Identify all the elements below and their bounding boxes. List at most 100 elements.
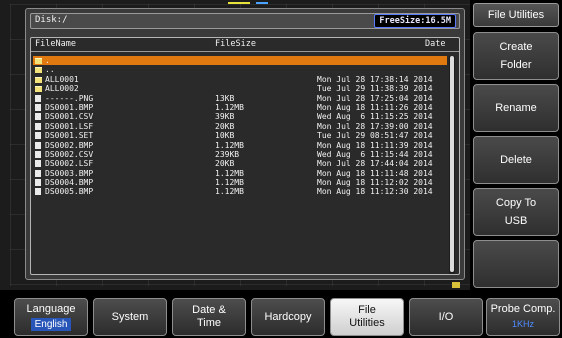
file-date: Mon Jul 28 17:25:04 2014 [317, 93, 433, 103]
file-size: 39KB [215, 112, 235, 122]
file-utilities-window: Disk:/ FreeSize:16.5M FileName FileSize … [25, 8, 465, 280]
scrollbar-thumb[interactable] [450, 56, 454, 272]
file-name: ALL0002 [45, 84, 79, 94]
file-name: DS0001.CSV [45, 112, 94, 122]
header-date: Date [425, 39, 446, 49]
date-time-button[interactable]: Date & Time [172, 298, 246, 336]
file-size: 20KB [215, 121, 235, 131]
hardcopy-button[interactable]: Hardcopy [251, 298, 325, 336]
file-size: 10KB [215, 131, 235, 141]
probe-comp-label: Probe Comp. [490, 303, 556, 315]
system-button[interactable]: System [93, 298, 167, 336]
file-row[interactable]: .. [33, 65, 447, 74]
file-row[interactable]: ALL0002 Tue Jul 29 11:38:39 2014 [33, 84, 447, 93]
file-date: Mon Aug 18 11:11:26 2014 [317, 102, 433, 112]
file-icon [35, 160, 41, 168]
file-row[interactable]: . [33, 56, 447, 66]
file-row[interactable]: DS0004.BMP 1.12MB Mon Aug 18 11:12:02 2014 [33, 178, 447, 187]
file-utilities-label: File Utilities [349, 304, 385, 329]
file-row[interactable]: DS0001.BMP 1.12MB Mon Aug 18 11:11:26 2014 [33, 103, 447, 112]
file-list: FileName FileSize Date ... ALL0001 Mon Jul… [30, 37, 460, 275]
file-size: 1.12MB [215, 102, 244, 112]
file-rows: ... ALL0001 Mon Jul 28 17:38:14 2014 ALL000… [33, 56, 447, 197]
file-row[interactable]: DS0002.LSF 20KB Mon Jul 28 17:44:04 2014 [33, 159, 447, 168]
header-filename: FileName [35, 39, 76, 49]
file-row[interactable]: DS0002.CSV 239KB Wed Aug 6 11:15:44 2014 [33, 150, 447, 159]
free-size-badge: FreeSize:16.5M [374, 14, 456, 28]
file-name: ------.PNG [45, 93, 94, 103]
file-row[interactable]: ALL0001 Mon Jul 28 17:38:14 2014 [33, 75, 447, 84]
header-filesize: FileSize [215, 39, 256, 49]
trigger-trace-marker [228, 2, 250, 4]
copy-to-usb-button[interactable]: Copy To USB [473, 188, 559, 236]
file-size: 1.12MB [215, 168, 244, 178]
file-size: 1.12MB [215, 178, 244, 188]
file-icon [35, 179, 41, 187]
scrollbar[interactable] [449, 56, 455, 274]
file-row[interactable]: DS0001.CSV 39KB Wed Aug 6 11:15:25 2014 [33, 112, 447, 121]
file-name: ALL0001 [45, 74, 79, 84]
side-menu: File Utilities Create Folder Rename Dele… [470, 0, 562, 296]
file-icon [35, 169, 41, 177]
file-date: Wed Aug 6 11:15:25 2014 [317, 112, 433, 122]
channel-trace-marker [256, 2, 268, 4]
file-date: Tue Jul 29 11:38:39 2014 [317, 84, 433, 94]
date-time-label: Date & Time [192, 304, 226, 329]
file-row[interactable]: DS0005.BMP 1.12MB Mon Aug 18 11:12:30 2014 [33, 187, 447, 196]
file-icon [35, 150, 41, 158]
language-label: Language [26, 303, 76, 315]
file-row[interactable]: DS0003.BMP 1.12MB Mon Aug 18 11:11:48 2014 [33, 169, 447, 178]
channel-marker-icon-2 [452, 282, 460, 288]
file-name: DS0002.CSV [45, 149, 94, 159]
folder-icon [35, 76, 42, 83]
folder-icon [35, 86, 42, 93]
language-button[interactable]: Language English [14, 298, 88, 336]
hardcopy-label: Hardcopy [264, 310, 312, 323]
file-name: DS0002.LSF [45, 159, 94, 169]
file-row[interactable]: DS0001.SET 10KB Tue Jul 29 08:51:47 2014 [33, 131, 447, 140]
file-name: . [45, 56, 50, 65]
io-label: I/O [438, 310, 454, 323]
file-icon [35, 94, 41, 102]
file-name: DS0001.SET [45, 131, 94, 141]
folder-icon [35, 58, 42, 64]
file-date: Tue Jul 29 08:51:47 2014 [317, 131, 433, 141]
file-utilities-tab[interactable]: File Utilities [330, 298, 404, 336]
file-date: Mon Aug 18 11:12:30 2014 [317, 187, 433, 197]
file-size: 13KB [215, 93, 235, 103]
file-icon [35, 141, 41, 149]
file-row[interactable]: ------.PNG 13KB Mon Jul 28 17:25:04 2014 [33, 94, 447, 103]
file-name: DS0002.BMP [45, 140, 94, 150]
file-size: 1.12MB [215, 140, 244, 150]
create-folder-button[interactable]: Create Folder [473, 32, 559, 80]
file-icon [35, 113, 41, 121]
file-icon [35, 132, 41, 140]
io-button[interactable]: I/O [409, 298, 483, 336]
file-name: DS0004.BMP [45, 178, 94, 188]
file-date: Mon Aug 18 11:11:39 2014 [317, 140, 433, 150]
folder-icon [35, 67, 42, 74]
file-name: DS0005.BMP [45, 187, 94, 197]
file-row[interactable]: DS0002.BMP 1.12MB Mon Aug 18 11:11:39 2014 [33, 141, 447, 150]
file-list-header: FileName FileSize Date [31, 38, 459, 52]
probe-comp-button[interactable]: Probe Comp. 1KHz [486, 298, 560, 336]
file-name: .. [45, 65, 55, 75]
file-row[interactable]: DS0001.LSF 20KB Mon Jul 28 17:39:00 2014 [33, 122, 447, 131]
file-date: Mon Aug 18 11:12:02 2014 [317, 178, 433, 188]
side-menu-title: File Utilities [473, 3, 559, 27]
rename-button[interactable]: Rename [473, 84, 559, 132]
bottom-menu: Language English System Date & Time Hard… [0, 296, 562, 338]
language-value: English [30, 318, 72, 331]
file-icon [35, 122, 41, 130]
side-empty-button[interactable] [473, 240, 559, 288]
file-size: 1.12MB [215, 187, 244, 197]
file-date: Mon Jul 28 17:44:04 2014 [317, 159, 433, 169]
file-size: 20KB [215, 159, 235, 169]
file-name: DS0001.BMP [45, 102, 94, 112]
probe-comp-value: 1KHz [511, 319, 534, 329]
file-date: Mon Jul 28 17:39:00 2014 [317, 121, 433, 131]
delete-button[interactable]: Delete [473, 136, 559, 184]
file-icon [35, 103, 41, 111]
path-bar: Disk:/ FreeSize:16.5M [30, 13, 460, 29]
file-name: DS0001.LSF [45, 121, 94, 131]
